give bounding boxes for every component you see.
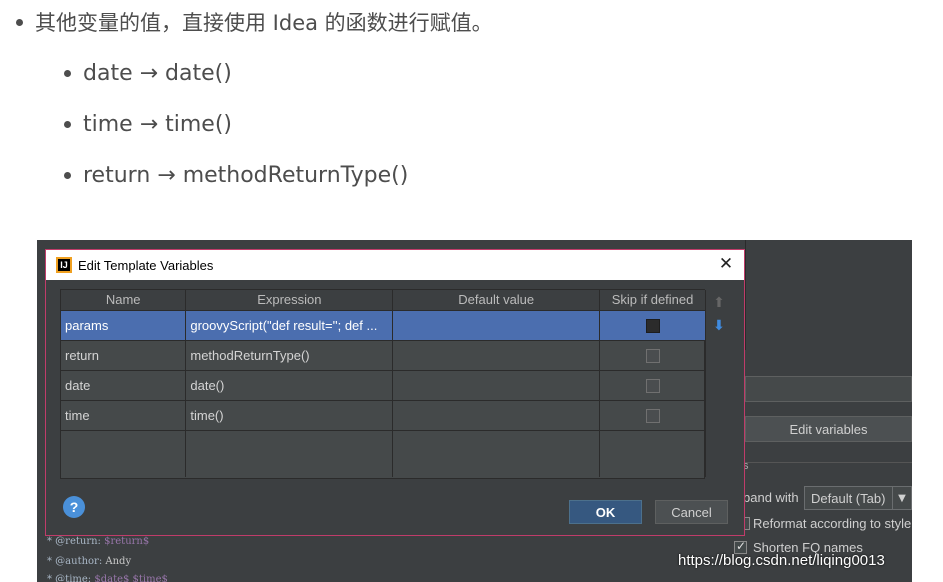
edit-template-variables-dialog: IJ Edit Template Variables ✕ Name Expres… bbox=[45, 249, 745, 536]
cell-default-value[interactable] bbox=[392, 370, 601, 401]
cell-skip-if-defined bbox=[599, 370, 706, 401]
watermark: https://blog.csdn.net/liqing0013 bbox=[678, 552, 885, 569]
column-header-expression[interactable]: Expression bbox=[185, 290, 394, 311]
bullet-dot bbox=[64, 120, 71, 128]
move-up-icon[interactable]: ⬆ bbox=[710, 294, 728, 312]
cell-name[interactable]: time bbox=[61, 400, 187, 431]
table-empty-area bbox=[61, 430, 706, 477]
bullet-dot bbox=[16, 18, 23, 26]
cell-expression[interactable]: date() bbox=[185, 370, 394, 401]
code-value: $date$ $time$ bbox=[94, 574, 168, 582]
ide-abbreviation-field[interactable] bbox=[745, 376, 912, 402]
bullet-intro: 其他变量的值，直接使用 Idea 的函数进行赋值。 bbox=[16, 6, 493, 38]
code-tag: * @author: bbox=[47, 556, 106, 567]
bullet-text-return: return → methodReturnType() bbox=[83, 162, 409, 188]
help-icon[interactable]: ? bbox=[63, 496, 85, 518]
table-row[interactable]: date date() bbox=[61, 370, 706, 401]
column-header-default-value[interactable]: Default value bbox=[392, 290, 601, 311]
code-value: Andy bbox=[105, 556, 132, 567]
table-row[interactable]: time time() bbox=[61, 400, 706, 431]
cell-name[interactable]: params bbox=[61, 310, 187, 341]
bullet-text-time: time → time() bbox=[83, 111, 232, 137]
edit-variables-button[interactable]: Edit variables bbox=[745, 416, 912, 442]
empty-cell bbox=[185, 430, 394, 477]
intellij-app-icon: IJ bbox=[56, 257, 72, 273]
variables-table: Name Expression Default value Skip if de… bbox=[60, 289, 706, 479]
dialog-title: Edit Template Variables bbox=[78, 258, 214, 273]
cell-name[interactable]: return bbox=[61, 340, 187, 371]
cell-skip-if-defined bbox=[599, 400, 706, 431]
code-value: $return$ bbox=[104, 536, 150, 547]
code-line: * @time: $date$ $time$ bbox=[47, 574, 168, 582]
code-tag: * @return: bbox=[47, 536, 105, 547]
close-icon[interactable]: ✕ bbox=[716, 254, 736, 274]
options-separator bbox=[745, 462, 912, 463]
skip-if-defined-checkbox[interactable] bbox=[645, 318, 660, 333]
table-toolbar: ⬆ ⬇ bbox=[706, 289, 732, 479]
bullet-dot bbox=[64, 171, 71, 179]
cell-skip-if-defined bbox=[599, 340, 706, 371]
cell-default-value[interactable] bbox=[392, 340, 601, 371]
table-row[interactable]: params groovyScript("def result=''; def .… bbox=[61, 310, 706, 341]
expand-with-label: band with bbox=[743, 490, 799, 505]
move-down-icon[interactable]: ⬇ bbox=[710, 317, 728, 335]
cell-expression[interactable]: groovyScript("def result=''; def ... bbox=[185, 310, 394, 341]
column-header-name[interactable]: Name bbox=[61, 290, 187, 311]
bullet-text-date: date → date() bbox=[83, 60, 232, 86]
skip-if-defined-checkbox[interactable] bbox=[645, 408, 660, 423]
dialog-titlebar: IJ Edit Template Variables ✕ bbox=[46, 250, 744, 280]
table-row[interactable]: return methodReturnType() bbox=[61, 340, 706, 371]
table-header-row: Name Expression Default value Skip if de… bbox=[61, 290, 706, 311]
bullet-return: return → methodReturnType() bbox=[64, 159, 408, 191]
bullet-date: date → date() bbox=[64, 57, 232, 89]
chevron-down-icon[interactable]: ▼ bbox=[892, 486, 912, 510]
code-line: * @author: Andy bbox=[47, 556, 131, 567]
ok-button[interactable]: OK bbox=[569, 500, 642, 524]
bullet-time: time → time() bbox=[64, 108, 232, 140]
skip-if-defined-checkbox[interactable] bbox=[645, 348, 660, 363]
empty-cell bbox=[599, 430, 706, 477]
cell-skip-if-defined bbox=[599, 310, 706, 341]
cell-expression[interactable]: time() bbox=[185, 400, 394, 431]
code-tag: * @time: bbox=[47, 574, 95, 582]
column-header-skip-if-defined[interactable]: Skip if defined bbox=[599, 290, 706, 311]
reformat-label: Reformat according to style bbox=[753, 516, 912, 531]
empty-cell bbox=[392, 430, 601, 477]
bullet-dot bbox=[64, 69, 71, 77]
cell-expression[interactable]: methodReturnType() bbox=[185, 340, 394, 371]
cell-default-value[interactable] bbox=[392, 400, 601, 431]
cell-name[interactable]: date bbox=[61, 370, 187, 401]
ide-top-panel bbox=[745, 240, 912, 350]
code-line: * @return: $return$ bbox=[47, 536, 149, 547]
skip-if-defined-checkbox[interactable] bbox=[645, 378, 660, 393]
cancel-button[interactable]: Cancel bbox=[655, 500, 728, 524]
cell-default-value[interactable] bbox=[392, 310, 601, 341]
intro-text: 其他变量的值，直接使用 Idea 的函数进行赋值。 bbox=[35, 11, 493, 35]
empty-cell bbox=[61, 430, 187, 477]
